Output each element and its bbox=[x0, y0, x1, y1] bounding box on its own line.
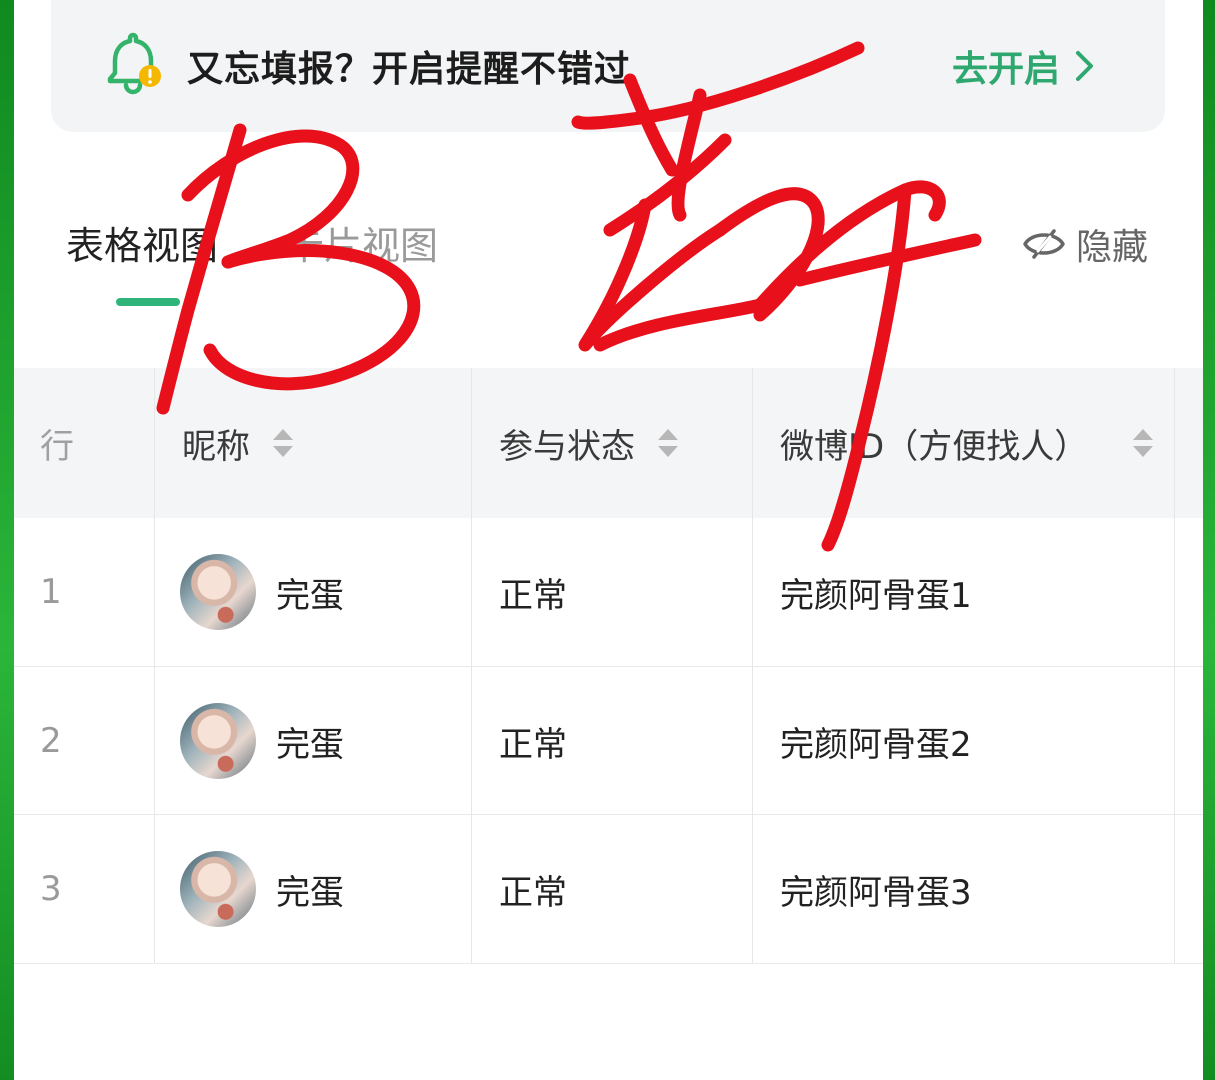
enable-reminder-label: 去开启 bbox=[952, 49, 1061, 90]
nickname-cell: 完蛋 bbox=[180, 667, 344, 815]
sort-icon bbox=[273, 429, 293, 457]
column-header-row-number: 行 bbox=[40, 426, 74, 467]
reminder-text: 又忘填报？开启提醒不错过 bbox=[187, 49, 632, 90]
weibo-id-cell: 完颜阿骨蛋3 bbox=[780, 872, 972, 913]
column-header-label: 参与状态 bbox=[499, 426, 635, 467]
tab-table-view[interactable]: 表格视图 bbox=[66, 215, 218, 270]
sort-icon bbox=[1133, 429, 1154, 457]
status-cell: 正常 bbox=[499, 872, 567, 913]
nickname-cell: 完蛋 bbox=[180, 815, 344, 963]
tab-card-view[interactable]: 卡片视图 bbox=[286, 215, 438, 270]
column-header-label: 微博ID（方便找人） bbox=[780, 426, 1089, 467]
table-row[interactable]: 1 完蛋 正常 完颜阿骨蛋1 bbox=[14, 518, 1203, 666]
hide-label: 隐藏 bbox=[1076, 227, 1149, 268]
active-tab-indicator bbox=[116, 298, 180, 306]
weibo-id-cell: 完颜阿骨蛋2 bbox=[780, 724, 972, 765]
app-screen: 又忘填报？开启提醒不错过 去开启 表格视图 卡片视图 隐藏 行 昵称 参与状态 … bbox=[14, 0, 1203, 1080]
column-header-nickname[interactable]: 昵称 bbox=[182, 368, 294, 518]
row-number: 3 bbox=[40, 869, 62, 909]
status-cell: 正常 bbox=[499, 575, 567, 616]
enable-reminder-button[interactable]: 去开启 bbox=[952, 40, 1096, 92]
nickname-text: 完蛋 bbox=[276, 575, 344, 616]
sort-icon bbox=[658, 429, 678, 457]
row-number: 1 bbox=[40, 572, 62, 612]
device-frame-right bbox=[1203, 0, 1215, 1080]
avatar bbox=[180, 703, 256, 779]
hide-columns-button[interactable]: 隐藏 bbox=[1022, 218, 1148, 270]
nickname-cell: 完蛋 bbox=[180, 518, 344, 666]
nickname-text: 完蛋 bbox=[276, 724, 344, 765]
bell-icon bbox=[107, 32, 161, 95]
avatar bbox=[180, 851, 256, 927]
table-row[interactable]: 3 完蛋 正常 完颜阿骨蛋3 bbox=[14, 815, 1203, 963]
status-cell: 正常 bbox=[499, 724, 567, 765]
device-frame-left bbox=[0, 0, 14, 1080]
avatar bbox=[180, 554, 256, 630]
row-number: 2 bbox=[40, 721, 62, 761]
weibo-id-cell: 完颜阿骨蛋1 bbox=[780, 575, 972, 616]
row-divider bbox=[14, 963, 1203, 964]
table-row[interactable]: 2 完蛋 正常 完颜阿骨蛋2 bbox=[14, 667, 1203, 815]
eye-off-icon bbox=[1023, 229, 1065, 259]
column-header-weibo-id[interactable]: 微博ID（方便找人） bbox=[780, 368, 1154, 518]
column-header-label: 昵称 bbox=[182, 426, 250, 467]
table-header: 行 昵称 参与状态 微博ID（方便找人） bbox=[14, 368, 1203, 518]
column-header-status[interactable]: 参与状态 bbox=[499, 368, 679, 518]
nickname-text: 完蛋 bbox=[276, 872, 344, 913]
chevron-right-icon bbox=[1076, 51, 1094, 81]
